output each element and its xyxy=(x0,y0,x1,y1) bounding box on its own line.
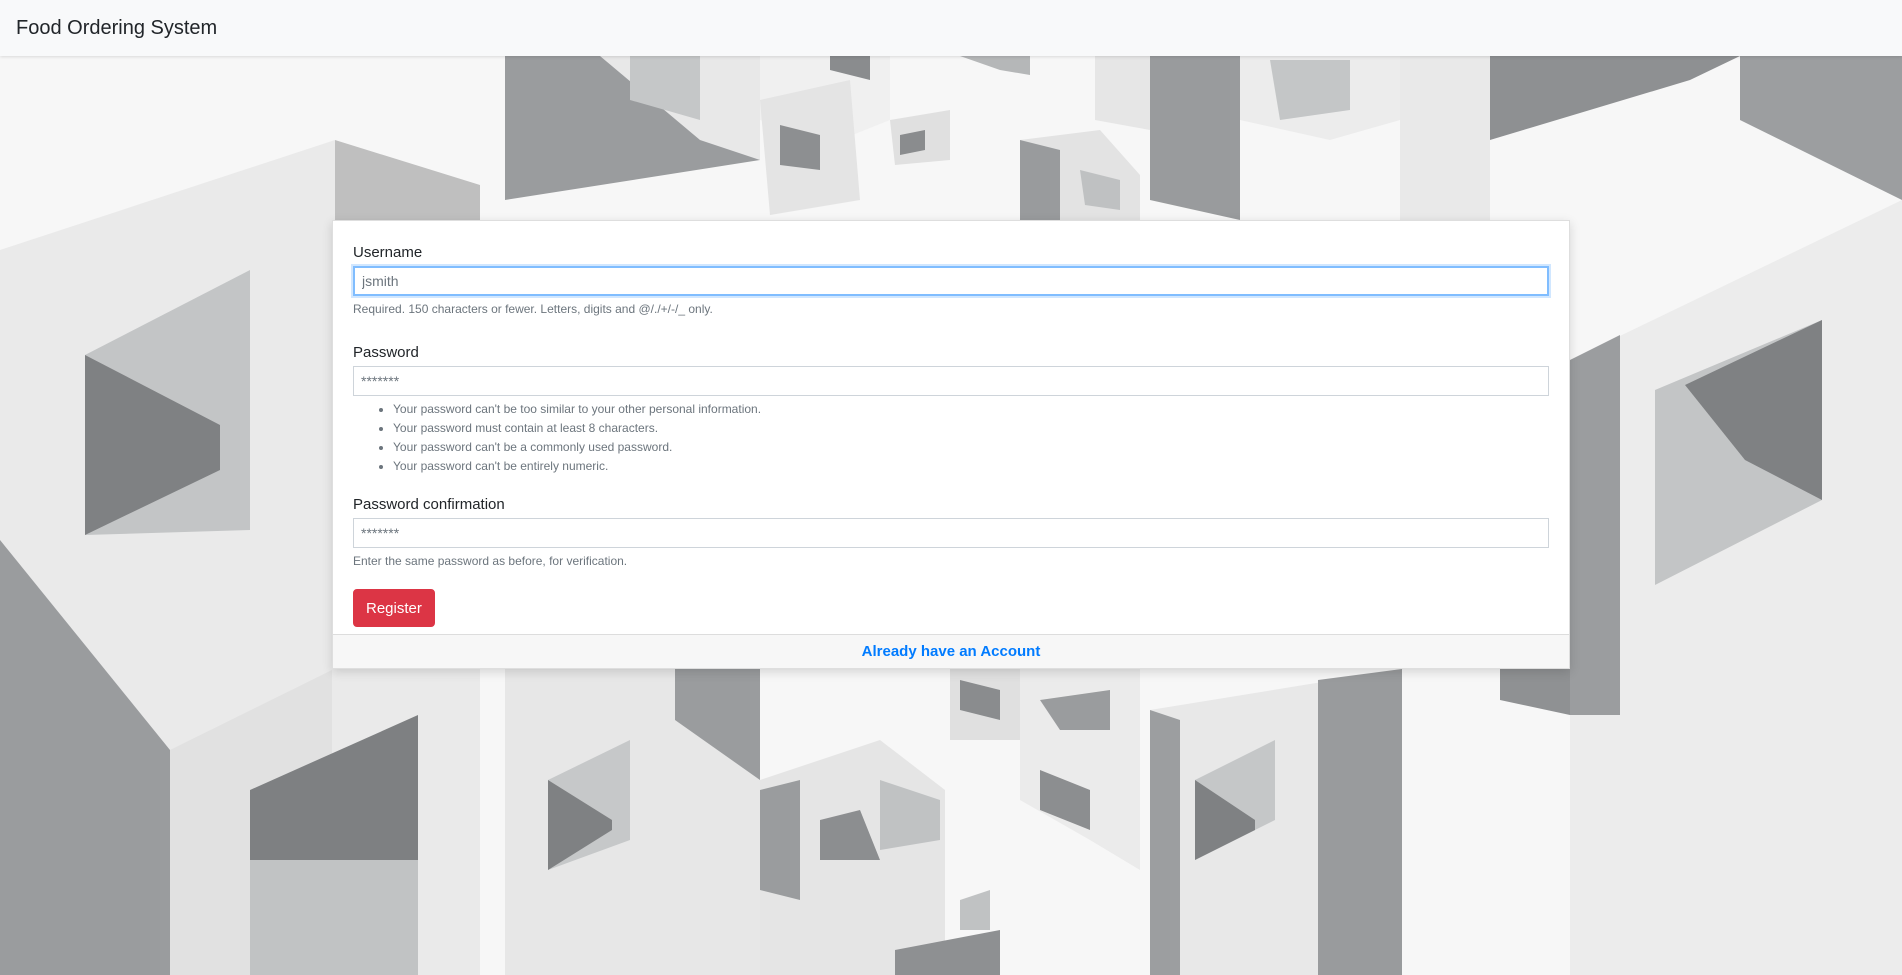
card-footer: Already have an Account xyxy=(333,634,1569,668)
navbar-brand[interactable]: Food Ordering System xyxy=(16,16,217,40)
password-label: Password xyxy=(353,344,419,361)
username-group: Username Required. 150 characters or few… xyxy=(353,244,1549,317)
password-help-item: Your password must contain at least 8 ch… xyxy=(393,419,1549,438)
register-card: Username Required. 150 characters or few… xyxy=(332,220,1570,669)
password-confirmation-label: Password confirmation xyxy=(353,496,505,513)
password-confirmation-group: Password confirmation Enter the same pas… xyxy=(353,496,1549,569)
password-confirmation-input[interactable] xyxy=(353,518,1549,548)
password-input[interactable] xyxy=(353,366,1549,396)
password-help-list: Your password can't be too similar to yo… xyxy=(353,400,1549,476)
navbar: Food Ordering System xyxy=(0,0,1902,56)
register-button[interactable]: Register xyxy=(353,589,435,627)
password-help-item: Your password can't be entirely numeric. xyxy=(393,457,1549,476)
username-input[interactable] xyxy=(353,266,1549,296)
username-help-text: Required. 150 characters or fewer. Lette… xyxy=(353,302,713,316)
register-form: Username Required. 150 characters or few… xyxy=(353,244,1549,627)
password-help-item: Your password can't be too similar to yo… xyxy=(393,400,1549,419)
password-help-item: Your password can't be a commonly used p… xyxy=(393,438,1549,457)
password-group: Password Your password can't be too simi… xyxy=(353,344,1549,476)
password-confirmation-help-text: Enter the same password as before, for v… xyxy=(353,554,628,568)
login-link[interactable]: Already have an Account xyxy=(862,643,1041,660)
username-label: Username xyxy=(353,244,423,261)
